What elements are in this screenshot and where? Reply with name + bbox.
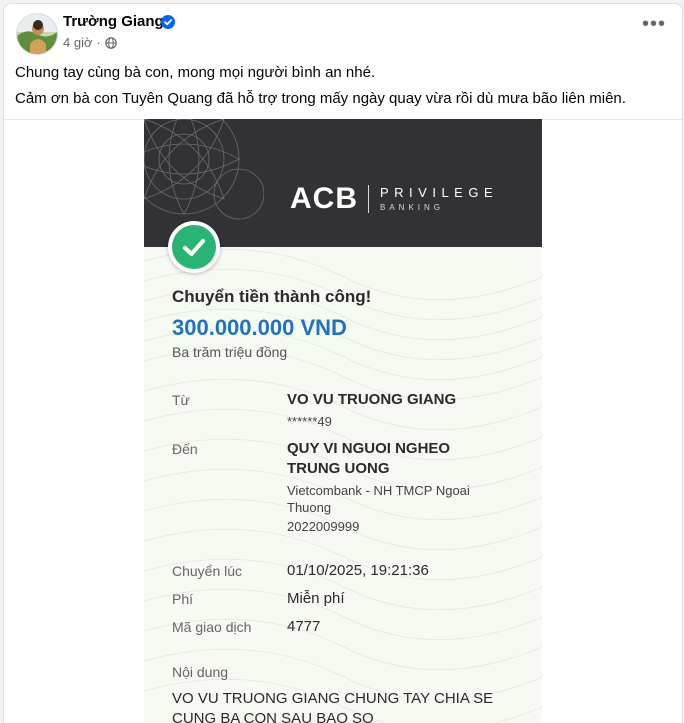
success-check-badge (168, 221, 220, 273)
more-options-icon[interactable]: ••• (640, 14, 668, 38)
meta-separator: · (96, 35, 101, 50)
amount-in-words: Ba trăm triệu đồng (172, 344, 288, 360)
to-name-line-2: TRUNG UONG (287, 460, 390, 477)
to-bank-line-1: Vietcombank - NH TMCP Ngoai (287, 483, 470, 498)
verified-badge-icon (161, 15, 175, 29)
fee-value: Miễn phí (287, 590, 345, 607)
logo-divider (368, 185, 369, 213)
facebook-post: Trường Giang 4 giờ · ••• Chung tay cùng … (3, 3, 683, 723)
brand-banking: BANKING (380, 203, 445, 212)
post-caption-line-2: Cảm ơn bà con Tuyên Quang đã hỗ trợ tron… (15, 90, 626, 107)
author-name[interactable]: Trường Giang (63, 13, 164, 30)
avatar-photo (17, 14, 57, 54)
floral-pattern (144, 119, 264, 220)
time-label: Chuyển lúc (172, 563, 243, 579)
content-line-2: CUNG BA CON SAU BAO SO (172, 710, 374, 723)
post-caption-line-1: Chung tay cùng bà con, mong mọi người bì… (15, 64, 376, 81)
globe-icon[interactable] (105, 36, 117, 49)
from-account: ******49 (287, 414, 332, 429)
post-time[interactable]: 4 giờ (63, 35, 93, 50)
author-avatar[interactable] (16, 13, 58, 55)
fee-label: Phí (172, 591, 194, 607)
brand-privilege: PRIVILEGE (380, 185, 499, 200)
content-label: Nội dung (172, 664, 229, 680)
post-meta: 4 giờ · (63, 35, 117, 50)
to-bank-line-2: Thuong (287, 500, 332, 515)
time-value: 01/10/2025, 19:21:36 (287, 562, 429, 579)
from-name: VO VU TRUONG GIANG (287, 391, 457, 408)
acb-logo: ACB (290, 182, 358, 215)
transfer-status-title: Chuyển tiền thành công! (172, 287, 372, 306)
transfer-amount: 300.000.000 VND (172, 315, 347, 340)
content-line-1: VO VU TRUONG GIANG CHUNG TAY CHIA SE (172, 690, 494, 707)
checkmark-icon (183, 239, 205, 256)
to-name-line-1: QUY VI NGUOI NGHEO (287, 440, 451, 457)
transaction-id-value: 4777 (287, 618, 321, 635)
from-label: Từ (172, 392, 190, 408)
transaction-id-label: Mã giao dịch (172, 619, 252, 635)
to-label: Đến (172, 441, 198, 457)
to-account: 2022009999 (287, 519, 360, 534)
transfer-receipt-image[interactable]: ACB PRIVILEGE BANKING Chuyển tiền thành … (144, 119, 542, 723)
